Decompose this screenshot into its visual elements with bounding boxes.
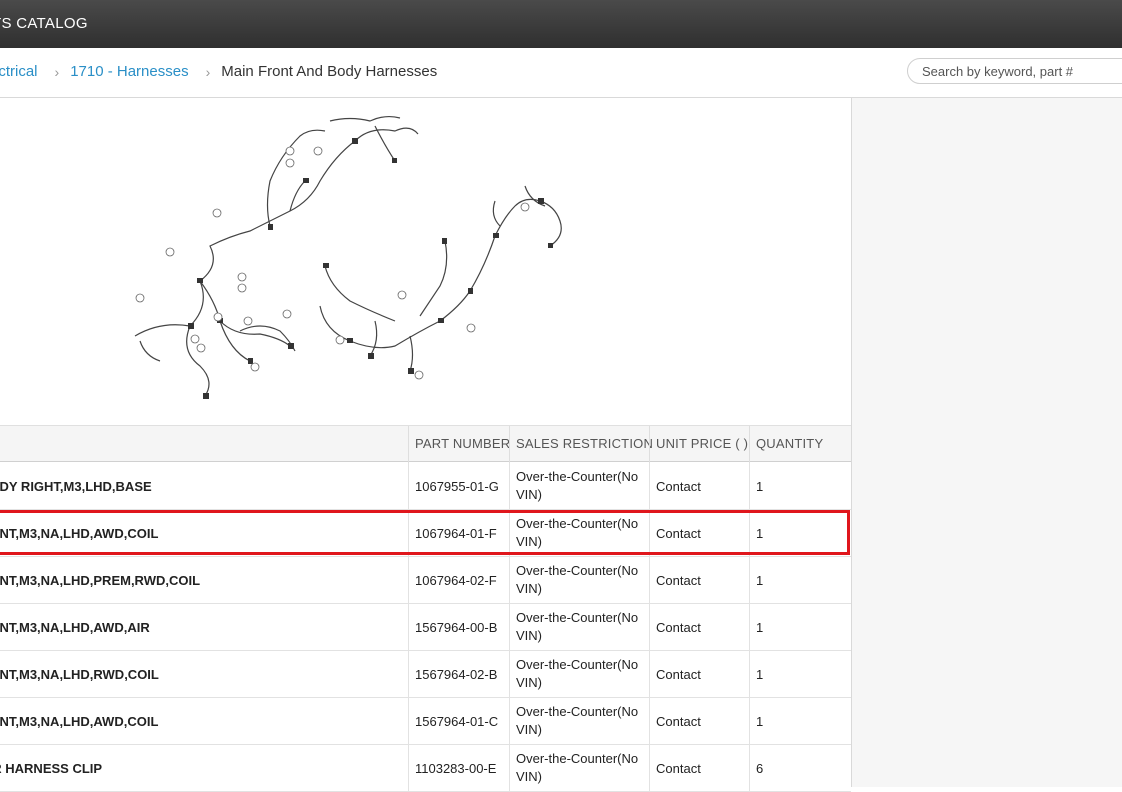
search-input[interactable] xyxy=(907,58,1122,84)
table-row[interactable]: RONT,M3,NA,LHD,RWD,COIL 1567964-02-B Ove… xyxy=(0,651,851,698)
sales-restriction: Over-the-Counter(No VIN) xyxy=(509,557,649,603)
table-row-highlighted[interactable]: RONT,M3,NA,LHD,AWD,AIR 1567964-00-B Over… xyxy=(0,604,851,651)
unit-price: Contact xyxy=(649,510,749,556)
unit-price: Contact xyxy=(649,557,749,603)
quantity: 1 xyxy=(749,463,851,509)
breadcrumb-link-electrical[interactable]: ectrical xyxy=(0,63,38,80)
table-row[interactable]: RONT,M3,NA,LHD,AWD,COIL 1567964-01-C Ove… xyxy=(0,698,851,745)
connector-blocks xyxy=(188,138,553,399)
main-content: PART NUMBER SALES RESTRICTION UNIT PRICE… xyxy=(0,98,852,792)
sales-restriction: Over-the-Counter(No VIN) xyxy=(509,510,649,556)
quantity: 1 xyxy=(749,604,851,650)
harness-diagram[interactable] xyxy=(120,106,580,406)
sales-restriction: Over-the-Counter(No VIN) xyxy=(509,463,649,509)
part-description[interactable]: BODY RIGHT,M3,LHD,BASE xyxy=(0,463,408,509)
unit-price: Contact xyxy=(649,651,749,697)
column-header-part-number[interactable]: PART NUMBER xyxy=(408,426,510,463)
unit-price: Contact xyxy=(649,463,749,509)
breadcrumb-separator: › xyxy=(54,63,60,80)
part-description[interactable]: RONT,M3,NA,LHD,AWD,COIL xyxy=(0,698,408,744)
unit-price: Contact xyxy=(649,604,749,650)
part-description[interactable]: RONT,M3,NA,LHD,AWD,COIL xyxy=(0,510,408,556)
quantity: 1 xyxy=(749,510,851,556)
callout-circles xyxy=(135,146,530,380)
part-number: 1067955-01-G xyxy=(408,463,509,509)
table-row[interactable]: BODY RIGHT,M3,LHD,BASE 1067955-01-G Over… xyxy=(0,463,851,510)
table-header-row: PART NUMBER SALES RESTRICTION UNIT PRICE… xyxy=(0,425,851,463)
table-row[interactable]: RONT,M3,NA,LHD,AWD,COIL 1067964-01-F Ove… xyxy=(0,510,851,557)
harness-right-assembly xyxy=(319,185,562,372)
quantity: 6 xyxy=(749,745,851,791)
column-header-unit-price[interactable]: UNIT PRICE ( ) xyxy=(649,426,749,463)
part-number: 1567964-02-B xyxy=(408,651,509,697)
sales-restriction: Over-the-Counter(No VIN) xyxy=(509,698,649,744)
part-number: 1067964-01-F xyxy=(408,510,509,556)
breadcrumb: ectrical › 1710 - Harnesses › Main Front… xyxy=(0,63,437,80)
part-description[interactable]: RONT,M3,NA,LHD,PREM,RWD,COIL xyxy=(0,557,408,603)
part-number: 1567964-01-C xyxy=(408,698,509,744)
quantity: 1 xyxy=(749,651,851,697)
right-side-panel xyxy=(852,98,1122,787)
sales-restriction: Over-the-Counter(No VIN) xyxy=(509,651,649,697)
sales-restriction: Over-the-Counter(No VIN) xyxy=(509,745,649,791)
catalog-title[interactable]: TS CATALOG xyxy=(0,15,88,32)
breadcrumb-separator: › xyxy=(205,63,211,80)
table-row[interactable]: WR HARNESS CLIP 1103283-00-E Over-the-Co… xyxy=(0,745,851,792)
sales-restriction: Over-the-Counter(No VIN) xyxy=(509,604,649,650)
quantity: 1 xyxy=(749,698,851,744)
unit-price: Contact xyxy=(649,745,749,791)
column-header-quantity[interactable]: QUANTITY xyxy=(749,426,851,463)
breadcrumb-current: Main Front And Body Harnesses xyxy=(221,63,438,80)
table-row[interactable]: RONT,M3,NA,LHD,PREM,RWD,COIL 1067964-02-… xyxy=(0,557,851,604)
part-number: 1567964-00-B xyxy=(408,604,509,650)
part-description[interactable]: WR HARNESS CLIP xyxy=(0,745,408,791)
part-description[interactable]: RONT,M3,NA,LHD,RWD,COIL xyxy=(0,651,408,697)
column-header-sales-restriction[interactable]: SALES RESTRICTION xyxy=(509,426,653,463)
part-description[interactable]: RONT,M3,NA,LHD,AWD,AIR xyxy=(0,604,408,650)
unit-price: Contact xyxy=(649,698,749,744)
part-number: 1067964-02-F xyxy=(408,557,509,603)
harness-left-assembly xyxy=(134,115,419,397)
quantity: 1 xyxy=(749,557,851,603)
breadcrumb-link-harnesses[interactable]: 1710 - Harnesses xyxy=(70,63,188,80)
top-header-bar: TS CATALOG xyxy=(0,0,1122,48)
part-number: 1103283-00-E xyxy=(408,745,509,791)
